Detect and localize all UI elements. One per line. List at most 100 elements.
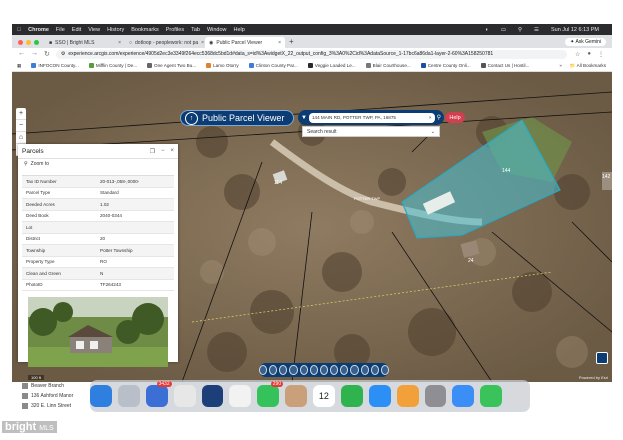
tab-label: SSO | Bright MLS <box>55 39 95 46</box>
menu-window[interactable]: Window <box>207 27 227 33</box>
clear-search-icon[interactable]: × <box>429 115 432 120</box>
search-dropdown-icon[interactable]: ▼ <box>301 115 307 121</box>
finder-icon[interactable] <box>90 385 112 407</box>
close-window-button[interactable] <box>18 40 23 45</box>
ask-gemini-button[interactable]: ✦ Ask Gemini <box>565 38 606 46</box>
apps-icon[interactable]: ▦ <box>12 63 26 69</box>
menu-history[interactable]: History <box>107 27 124 33</box>
bookmark-item[interactable]: Lamo Otorry <box>201 63 244 68</box>
address-search-input[interactable]: 144 MAIN RD, POTTER TWP, PA, 16875 × <box>308 112 435 123</box>
draw-icon[interactable] <box>289 365 298 375</box>
bookmark-item[interactable]: Mifflin County | De... <box>84 63 142 68</box>
arrow-up-icon[interactable]: ↑ <box>185 111 198 125</box>
bookmark-item[interactable]: Veggie Loaded Le... <box>303 63 361 68</box>
zoom-in-button[interactable]: + <box>16 108 26 120</box>
url-field[interactable]: ⚙ experience.arcgis.com/experience/4905d… <box>55 49 567 59</box>
reload-icon[interactable]: ↻ <box>44 50 50 58</box>
info-icon[interactable] <box>360 365 369 375</box>
menu-edit[interactable]: Edit <box>72 27 81 33</box>
property-photo[interactable] <box>28 297 168 367</box>
contacts-icon[interactable] <box>285 385 307 407</box>
close-icon[interactable]: × <box>170 148 174 155</box>
mail-icon[interactable] <box>452 385 475 407</box>
menu-view[interactable]: View <box>88 27 100 33</box>
menubar-datetime[interactable]: Sun Jul 12 6:13 PM <box>551 27 599 33</box>
notification-badge: 3432 <box>156 381 172 387</box>
help-button[interactable]: Help <box>445 112 465 123</box>
measure-icon[interactable] <box>279 365 288 375</box>
menu-chrome[interactable]: Chrome <box>28 27 49 33</box>
close-tab-icon[interactable]: × <box>278 40 281 46</box>
battery-icon[interactable]: ▭ <box>501 27 506 33</box>
facetime-icon[interactable] <box>340 385 363 407</box>
wifi-icon[interactable]: ◐ <box>485 27 488 33</box>
settings-icon[interactable] <box>424 385 447 407</box>
bookmark-item[interactable]: Centre County Onli... <box>416 63 476 68</box>
calendar-icon[interactable]: 12 <box>313 385 335 407</box>
new-tab-icon[interactable]: + <box>285 37 298 48</box>
profile-icon[interactable]: ● <box>587 51 591 58</box>
basemap-icon[interactable] <box>258 365 268 375</box>
menu-profiles[interactable]: Profiles <box>166 27 184 33</box>
bookmark-item[interactable]: One Agent Two Bu... <box>142 63 201 68</box>
trash-icon[interactable] <box>508 385 530 407</box>
print-icon[interactable] <box>309 365 318 375</box>
messages-icon[interactable]: 290 <box>257 381 284 407</box>
bookmark-item[interactable]: Contact Us | Hostil... <box>476 63 535 68</box>
menu-help[interactable]: Help <box>234 27 245 33</box>
attr-key: Lot <box>26 224 33 230</box>
facetime2-icon[interactable] <box>480 385 503 407</box>
all-bookmarks-folder[interactable]: 📁 All Bookmarks <box>570 63 606 69</box>
chevron-down-icon[interactable]: ⌄ <box>431 129 435 135</box>
bookmark-star-icon[interactable]: ☆ <box>575 51 580 58</box>
layers-icon[interactable] <box>269 365 278 375</box>
menu-bookmarks[interactable]: Bookmarks <box>131 27 159 33</box>
list-item[interactable]: 136 Ashford Manor <box>22 391 73 401</box>
menu-tab[interactable]: Tab <box>191 27 200 33</box>
search-icon[interactable]: ⚲ <box>518 27 522 33</box>
zoom-window-button[interactable] <box>34 40 39 45</box>
tab-public-parcel-viewer[interactable]: ◉ Public Parcel Viewer × <box>205 37 285 48</box>
zoom-out-button[interactable]: − <box>16 120 26 132</box>
copy-icon[interactable]: ❐ <box>150 148 155 155</box>
pages-icon[interactable] <box>396 385 419 407</box>
fullscreen-icon[interactable] <box>596 352 608 364</box>
app-store-icon[interactable] <box>368 385 391 407</box>
filter-icon[interactable] <box>370 365 379 375</box>
minimize-window-button[interactable] <box>26 40 31 45</box>
share-icon[interactable] <box>330 365 339 375</box>
close-tab-icon[interactable]: × <box>201 40 204 46</box>
tab-dotloop[interactable]: ○ dotloop - peoplework: not pa × <box>125 37 205 48</box>
list-item[interactable]: Beaver Branch <box>22 381 73 391</box>
bookmark-item[interactable]: Clinton County Par... <box>244 63 303 68</box>
table-icon[interactable] <box>350 365 359 375</box>
back-icon[interactable]: ← <box>18 50 25 58</box>
site-info-icon[interactable]: ⚙ <box>61 51 65 57</box>
bookmark-item[interactable]: Blair Courthouse... <box>361 63 416 68</box>
minimize-icon[interactable]: − <box>161 148 165 155</box>
select-icon[interactable] <box>299 365 308 375</box>
chrome-icon[interactable] <box>173 385 196 407</box>
legend-icon[interactable] <box>340 365 349 375</box>
control-center-icon[interactable]: ☰ <box>534 27 539 33</box>
messages-app-icon[interactable]: 3432 <box>145 381 172 407</box>
tab-bright-mls[interactable]: ■ SSO | Bright MLS × <box>45 37 125 48</box>
app-blue-icon[interactable] <box>201 385 224 407</box>
chevron-right-icon[interactable]: » <box>559 63 562 69</box>
apple-icon[interactable]:  <box>12 27 21 33</box>
table-row: Township Potter Township <box>22 245 174 257</box>
list-item[interactable]: 320 E. Linn Street <box>22 401 73 411</box>
zoom-to-button[interactable]: ⚲ Zoom to <box>18 159 178 169</box>
close-tab-icon[interactable]: × <box>118 40 121 46</box>
search-icon[interactable]: ⚲ <box>437 114 441 121</box>
search-result-dropdown[interactable]: Search result ⌄ <box>302 126 440 137</box>
launchpad-icon[interactable] <box>117 385 140 407</box>
menu-file[interactable]: File <box>56 27 65 33</box>
home-icon[interactable]: ⌂ <box>16 132 26 144</box>
bookmark-icon[interactable] <box>319 365 329 375</box>
more-menu-icon[interactable]: ⋮ <box>598 51 604 58</box>
photos-icon[interactable] <box>229 385 252 407</box>
forward-icon[interactable]: → <box>31 50 38 58</box>
bookmark-item[interactable]: INFOCON County... <box>26 63 84 68</box>
settings-icon[interactable] <box>380 365 390 375</box>
